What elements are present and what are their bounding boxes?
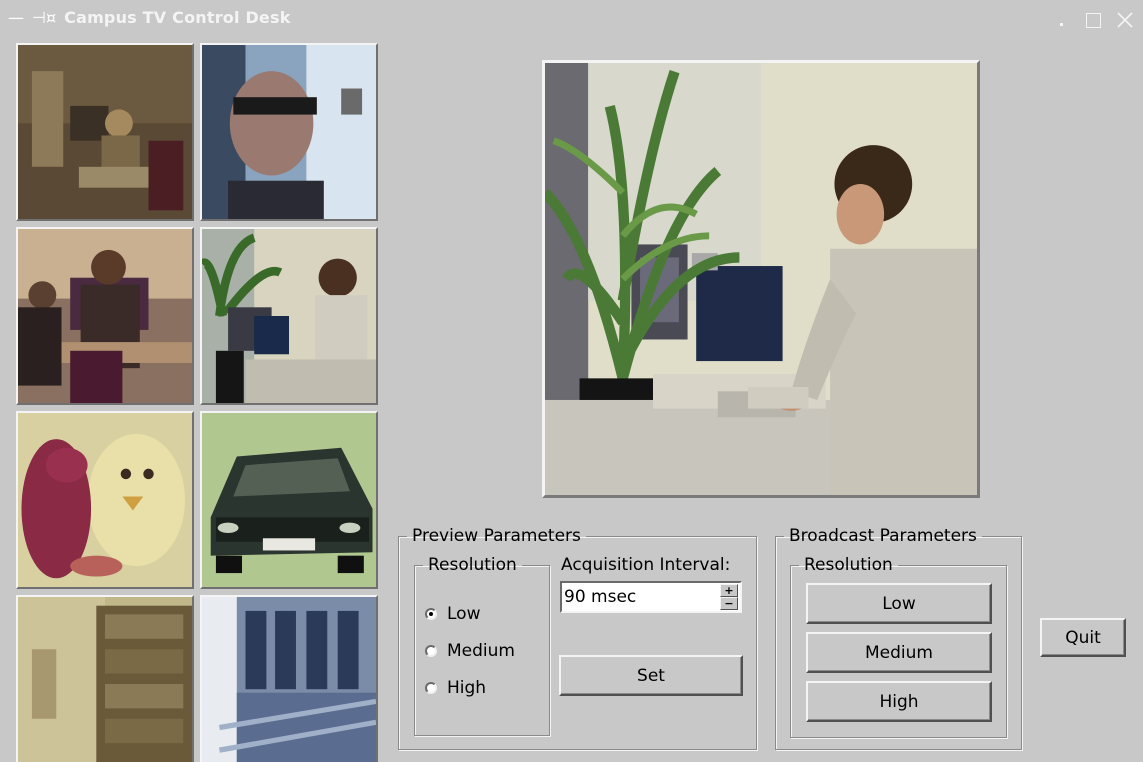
main-preview — [542, 60, 980, 498]
acquisition-interval-input[interactable] — [564, 587, 714, 607]
camera-thumbnail-6[interactable] — [200, 411, 378, 589]
title-left: — ⊣¤ Campus TV Control Desk — [8, 8, 291, 27]
window-title: Campus TV Control Desk — [64, 8, 291, 27]
radio-low-label: Low — [447, 604, 481, 624]
set-button[interactable]: Set — [559, 655, 743, 696]
maximize-icon[interactable] — [1083, 10, 1103, 30]
camera-thumbnail-8[interactable] — [200, 595, 378, 762]
resolution-radio-medium[interactable]: Medium — [425, 641, 515, 661]
preview-resolution-group: Resolution Low Medium High — [414, 556, 550, 736]
camera-thumbnail-1[interactable] — [16, 43, 194, 221]
camera-thumbnail-3[interactable] — [16, 227, 194, 405]
camera-thumbnail-2[interactable] — [200, 43, 378, 221]
broadcast-low-button[interactable]: Low — [806, 583, 992, 624]
acquisition-interval-label: Acquisition Interval: — [561, 555, 731, 575]
close-icon[interactable] — [1115, 10, 1135, 30]
broadcast-high-button[interactable]: High — [806, 681, 992, 722]
camera-thumbnail-5[interactable] — [16, 411, 194, 589]
resolution-radio-low[interactable]: Low — [425, 604, 480, 624]
preview-resolution-title: Resolution — [428, 555, 517, 575]
camera-thumbnail-4[interactable] — [200, 227, 378, 405]
broadcast-parameters-title: Broadcast Parameters — [789, 526, 977, 546]
acquisition-interval-spinbox: + − — [560, 581, 742, 613]
radio-low-indicator[interactable] — [425, 608, 437, 620]
spin-arrows: + − — [720, 584, 738, 610]
broadcast-medium-button[interactable]: Medium — [806, 632, 992, 673]
spin-down-icon[interactable]: − — [720, 597, 738, 610]
preview-parameters-title: Preview Parameters — [412, 526, 581, 546]
title-bar: — ⊣¤ Campus TV Control Desk — [0, 0, 1143, 40]
spin-up-icon[interactable]: + — [720, 584, 738, 597]
radio-high-indicator[interactable] — [425, 682, 437, 694]
radio-high-label: High — [447, 678, 487, 698]
radio-medium-label: Medium — [447, 641, 515, 661]
camera-thumbnail-7[interactable] — [16, 595, 194, 762]
broadcast-resolution-title: Resolution — [804, 555, 893, 575]
window-menu-icon[interactable]: — — [8, 9, 24, 26]
pin-icon[interactable]: ⊣¤ — [32, 9, 56, 26]
radio-medium-indicator[interactable] — [425, 645, 437, 657]
minimize-icon[interactable] — [1051, 10, 1071, 30]
resolution-radio-high[interactable]: High — [425, 678, 486, 698]
quit-button[interactable]: Quit — [1040, 618, 1126, 657]
window-controls — [1051, 10, 1135, 30]
